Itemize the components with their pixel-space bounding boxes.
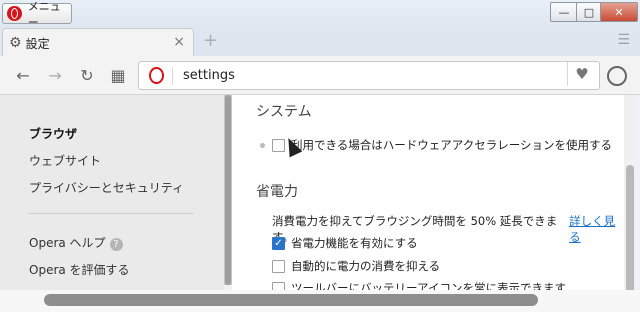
power-auto-checkbox[interactable] bbox=[272, 259, 285, 273]
horizontal-scroll-thumb[interactable] bbox=[44, 294, 538, 306]
opera-page-icon bbox=[149, 67, 164, 84]
sidebar-item-browser[interactable]: ブラウザ bbox=[29, 125, 77, 142]
learn-more-link[interactable]: 詳しく見る bbox=[569, 213, 624, 245]
sidebar-scroll-thumb[interactable] bbox=[225, 95, 231, 285]
toolbar: ← → ↻ ▦ bbox=[0, 56, 640, 95]
content-scrollbar[interactable] bbox=[624, 95, 636, 312]
power-enable-option[interactable]: ✓ 省電力機能を有効にする bbox=[272, 235, 418, 251]
settings-sidebar: ブラウザ ウェブサイト プライバシーとセキュリティ Opera ヘルプ? Ope… bbox=[0, 95, 224, 312]
help-label: Opera ヘルプ bbox=[29, 236, 106, 250]
heart-icon[interactable]: ♥ bbox=[567, 62, 596, 86]
tab-strip: ⚙ 設定 × bbox=[0, 26, 640, 57]
bullet-dot bbox=[260, 143, 265, 148]
content-scroll-thumb[interactable] bbox=[626, 165, 634, 295]
tab-settings[interactable]: ⚙ 設定 × bbox=[2, 28, 194, 57]
back-button[interactable]: ← bbox=[12, 64, 34, 86]
tab-menu-icon[interactable]: ☰ bbox=[617, 32, 630, 48]
power-auto-label: 自動的に電力の消費を抑える bbox=[291, 259, 441, 273]
sidebar-divider bbox=[29, 213, 194, 214]
hw-accel-option[interactable]: 利用できる場合はハードウェアアクセラレーションを使用する bbox=[272, 137, 612, 153]
sidebar-item-rate[interactable]: Opera を評価する bbox=[29, 261, 130, 278]
horizontal-scrollbar[interactable] bbox=[0, 290, 640, 312]
hw-accel-label: 利用できる場合はハードウェアアクセラレーションを使用する bbox=[291, 138, 612, 152]
sidebar-scrollbar[interactable] bbox=[224, 95, 232, 285]
address-separator bbox=[172, 66, 173, 85]
sidebar-item-privacy[interactable]: プライバシーとセキュリティ bbox=[29, 179, 184, 196]
new-tab-button[interactable]: + bbox=[203, 30, 218, 51]
opera-menu-button[interactable]: メニュー bbox=[2, 0, 72, 29]
sidebar-item-websites[interactable]: ウェブサイト bbox=[29, 152, 101, 169]
help-icon: ? bbox=[109, 238, 123, 251]
title-bar: メニュー — □ ✕ bbox=[0, 0, 640, 29]
speed-dial-button[interactable]: ▦ bbox=[107, 64, 129, 86]
minimize-button[interactable]: — bbox=[550, 2, 578, 22]
power-enable-label: 省電力機能を有効にする bbox=[291, 236, 418, 250]
maximize-button[interactable]: □ bbox=[576, 2, 602, 22]
section-title-power: 省電力 bbox=[256, 184, 298, 200]
sidebar-item-help[interactable]: Opera ヘルプ? bbox=[29, 234, 123, 251]
reload-button[interactable]: ↻ bbox=[76, 64, 98, 86]
tab-close-icon[interactable]: × bbox=[173, 34, 185, 50]
power-enable-checkbox[interactable]: ✓ bbox=[272, 236, 285, 250]
address-bar[interactable] bbox=[138, 61, 600, 90]
power-auto-option[interactable]: 自動的に電力の消費を抑える bbox=[272, 258, 440, 274]
tab-title: 設定 bbox=[25, 36, 50, 51]
gear-icon: ⚙ bbox=[9, 35, 22, 51]
forward-button[interactable]: → bbox=[44, 64, 66, 86]
address-input[interactable] bbox=[181, 67, 565, 84]
opera-logo-icon bbox=[7, 6, 22, 21]
profile-icon[interactable] bbox=[607, 66, 627, 86]
section-title-system: システム bbox=[256, 104, 312, 120]
close-window-button[interactable]: ✕ bbox=[600, 2, 638, 22]
settings-content: システム 利用できる場合はハードウェアアクセラレーションを使用する 省電力 消費… bbox=[232, 95, 624, 312]
